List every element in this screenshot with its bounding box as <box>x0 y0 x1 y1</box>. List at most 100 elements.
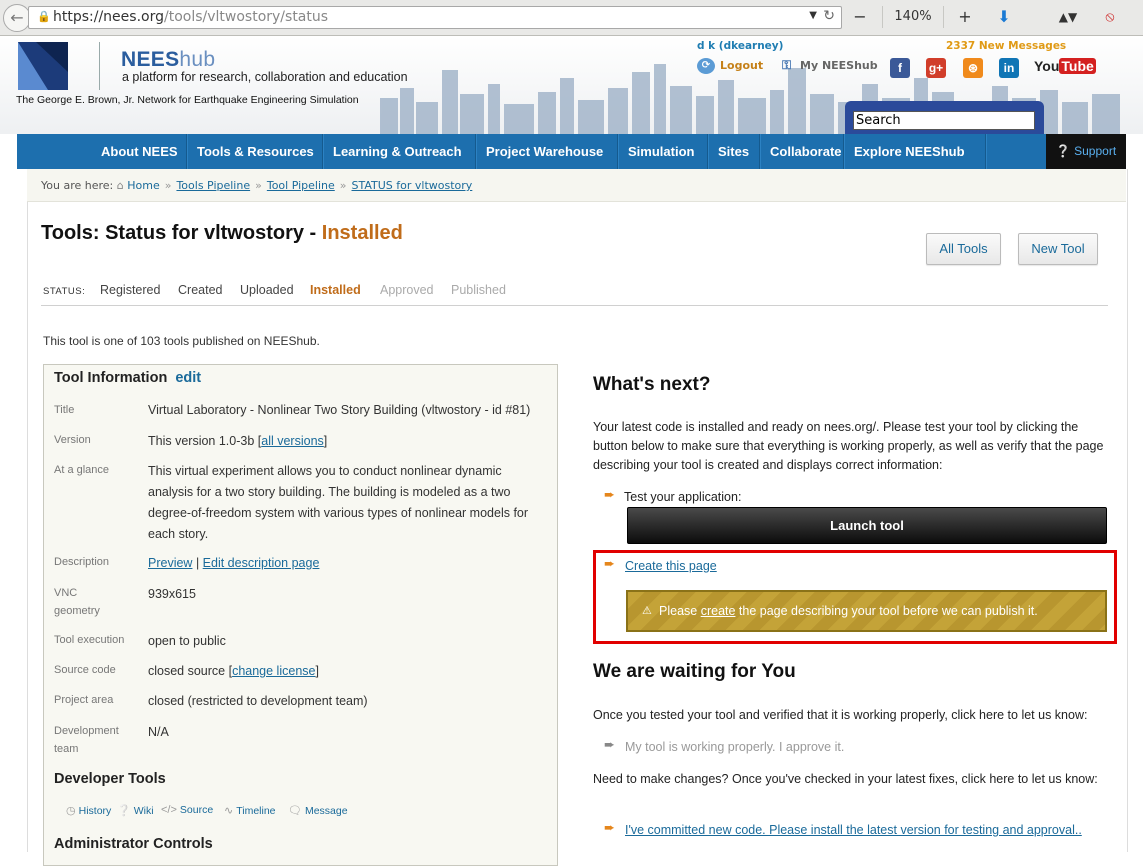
nav-project-warehouse[interactable]: Project Warehouse <box>486 134 603 169</box>
nav-divider <box>759 134 761 169</box>
url-text: https://nees.org/tools/vltwostory/status <box>53 9 329 25</box>
vnc-geometry-value: 939x615 <box>148 587 196 601</box>
speech-bubble-icon: 🗨 <box>288 805 302 817</box>
at-a-glance-value: This virtual experiment allows you to co… <box>148 464 529 541</box>
user-name-link[interactable]: d k (dkearney) <box>697 40 783 52</box>
tool-execution-value: open to public <box>148 634 226 648</box>
project-area-label: Project area <box>54 694 114 706</box>
all-tools-button[interactable]: All Tools <box>926 233 1001 265</box>
lock-icon: 🔒 <box>37 10 51 23</box>
nav-explore-neeshub[interactable]: Explore NEEShub <box>854 134 965 169</box>
key-icon: ⚿ <box>782 58 792 72</box>
timeline-link[interactable]: ∿ Timeline <box>224 804 276 817</box>
approve-tool-action[interactable]: My tool is working properly. I approve i… <box>625 738 1025 757</box>
new-messages-link[interactable]: 2337 New Messages <box>946 40 1066 52</box>
youtube-icon[interactable]: You Tube <box>1034 58 1096 74</box>
breadcrumb-status[interactable]: STATUS for vltwostory <box>352 179 473 192</box>
title-value: Virtual Laboratory - Nonlinear Two Story… <box>148 403 531 417</box>
nav-learning-outreach[interactable]: Learning & Outreach <box>333 134 462 169</box>
change-license-link[interactable]: change license <box>232 664 315 678</box>
description-value: Preview | Edit description page <box>148 556 320 570</box>
new-tool-button[interactable]: New Tool <box>1018 233 1098 265</box>
facebook-icon[interactable]: f <box>890 58 910 78</box>
tool-information-heading: Tool Information edit <box>54 370 202 386</box>
launch-tool-button[interactable]: Launch tool <box>627 507 1107 544</box>
url-dropdown-icon[interactable]: ▼ <box>809 10 817 21</box>
tested-instructions: Once you tested your tool and verified t… <box>593 708 1088 722</box>
browser-toolbar: ← 🔒 https://nees.org/tools/vltwostory/st… <box>0 0 1143 36</box>
network-name: The George E. Brown, Jr. Network for Ear… <box>16 94 359 106</box>
zoom-level[interactable]: 140% <box>882 6 944 28</box>
google-plus-icon[interactable]: g+ <box>926 58 946 78</box>
nav-collaborate[interactable]: Collaborate <box>770 134 842 169</box>
source-code-label: Source code <box>54 664 116 676</box>
home-icon[interactable]: ⌂ <box>117 179 124 192</box>
breadcrumb-separator: » <box>339 179 347 192</box>
arrow-right-icon: ➨ <box>604 821 615 836</box>
zoom-out-button[interactable]: − <box>850 6 870 28</box>
at-a-glance-label: At a glance <box>54 464 110 476</box>
whats-next-heading: What's next? <box>593 374 711 395</box>
wiki-link[interactable]: ❔ Wiki <box>117 804 154 817</box>
description-label: Description <box>54 556 110 568</box>
message-link[interactable]: 🗨 Message <box>288 804 348 817</box>
nav-simulation[interactable]: Simulation <box>628 134 694 169</box>
edit-description-link[interactable]: Edit description page <box>203 556 320 570</box>
search-input[interactable] <box>853 111 1035 130</box>
status-approved: Approved <box>380 283 434 297</box>
status-steps: STATUS: Registered Created Uploaded Inst… <box>41 281 1108 306</box>
breadcrumb-tool-pipeline[interactable]: Tool Pipeline <box>267 179 335 192</box>
nav-divider <box>322 134 324 169</box>
arrow-right-icon: ➨ <box>604 738 615 753</box>
developer-tools-heading: Developer Tools <box>54 771 166 787</box>
status-created: Created <box>178 283 223 297</box>
logout-icon: ⟳ <box>697 58 715 74</box>
nav-divider <box>475 134 477 169</box>
support-button[interactable]: ❔ Support <box>1046 134 1126 169</box>
breadcrumb-tools-pipeline[interactable]: Tools Pipeline <box>176 179 250 192</box>
edit-tool-info-link[interactable]: edit <box>175 370 201 386</box>
site-logo-text[interactable]: NEEShub <box>121 48 215 72</box>
question-icon: ❔ <box>117 805 131 817</box>
security-addon-icon[interactable]: ⦸ <box>1100 6 1120 28</box>
clock-icon: ◷ <box>66 805 76 817</box>
main-nav: About NEES Tools & Resources Learning & … <box>17 134 1126 169</box>
vnc-geometry-label: VNC geometry <box>54 587 100 617</box>
warning-create-link[interactable]: create <box>701 604 736 618</box>
page-title: Tools: Status for vltwostory - Installed <box>41 222 403 244</box>
arrow-right-icon: ➨ <box>604 557 615 572</box>
title-label: Title <box>54 404 75 416</box>
create-page-warning: ⚠ Please create the page describing your… <box>626 590 1107 632</box>
breadcrumb-home[interactable]: Home <box>127 179 159 192</box>
create-this-page-link[interactable]: Create this page <box>625 557 717 576</box>
committed-new-code-link[interactable]: I've committed new code. Please install … <box>625 821 1115 840</box>
nav-about-nees[interactable]: About NEES <box>101 134 178 169</box>
site-tagline: a platform for research, collaboration a… <box>122 70 408 84</box>
breadcrumb: You are here: ⌂ Home » Tools Pipeline » Tool… <box>41 179 472 192</box>
nav-divider <box>186 134 188 169</box>
back-button[interactable]: ← <box>3 4 31 32</box>
history-link[interactable]: ◷ History <box>66 804 111 817</box>
version-label: Version <box>54 434 91 446</box>
nav-divider <box>617 134 619 169</box>
extension-menu-icon[interactable]: ▲▼ <box>1050 6 1086 28</box>
code-icon: </> <box>161 804 177 816</box>
zoom-in-button[interactable]: + <box>955 6 975 28</box>
download-icon[interactable]: ⬇ <box>994 6 1014 28</box>
my-neeshub-link[interactable]: ⚿ My NEEShub <box>782 58 878 73</box>
development-team-label: Development team <box>54 725 119 755</box>
logout-link[interactable]: ⟳ Logout <box>697 58 763 74</box>
source-link[interactable]: </> Source <box>161 804 213 816</box>
nav-tools-resources[interactable]: Tools & Resources <box>197 134 314 169</box>
nav-sites[interactable]: Sites <box>718 134 749 169</box>
rss-icon[interactable]: ⊛ <box>963 58 983 78</box>
status-label: STATUS: <box>43 286 86 297</box>
reload-icon[interactable]: ↻ <box>823 8 835 24</box>
status-published: Published <box>451 283 506 297</box>
linkedin-icon[interactable]: in <box>999 58 1019 78</box>
preview-link[interactable]: Preview <box>148 556 192 570</box>
nav-divider <box>707 134 709 169</box>
all-versions-link[interactable]: all versions <box>261 434 324 448</box>
breadcrumb-prefix: You are here: <box>41 179 114 192</box>
url-bar[interactable]: 🔒 https://nees.org/tools/vltwostory/stat… <box>28 6 842 29</box>
